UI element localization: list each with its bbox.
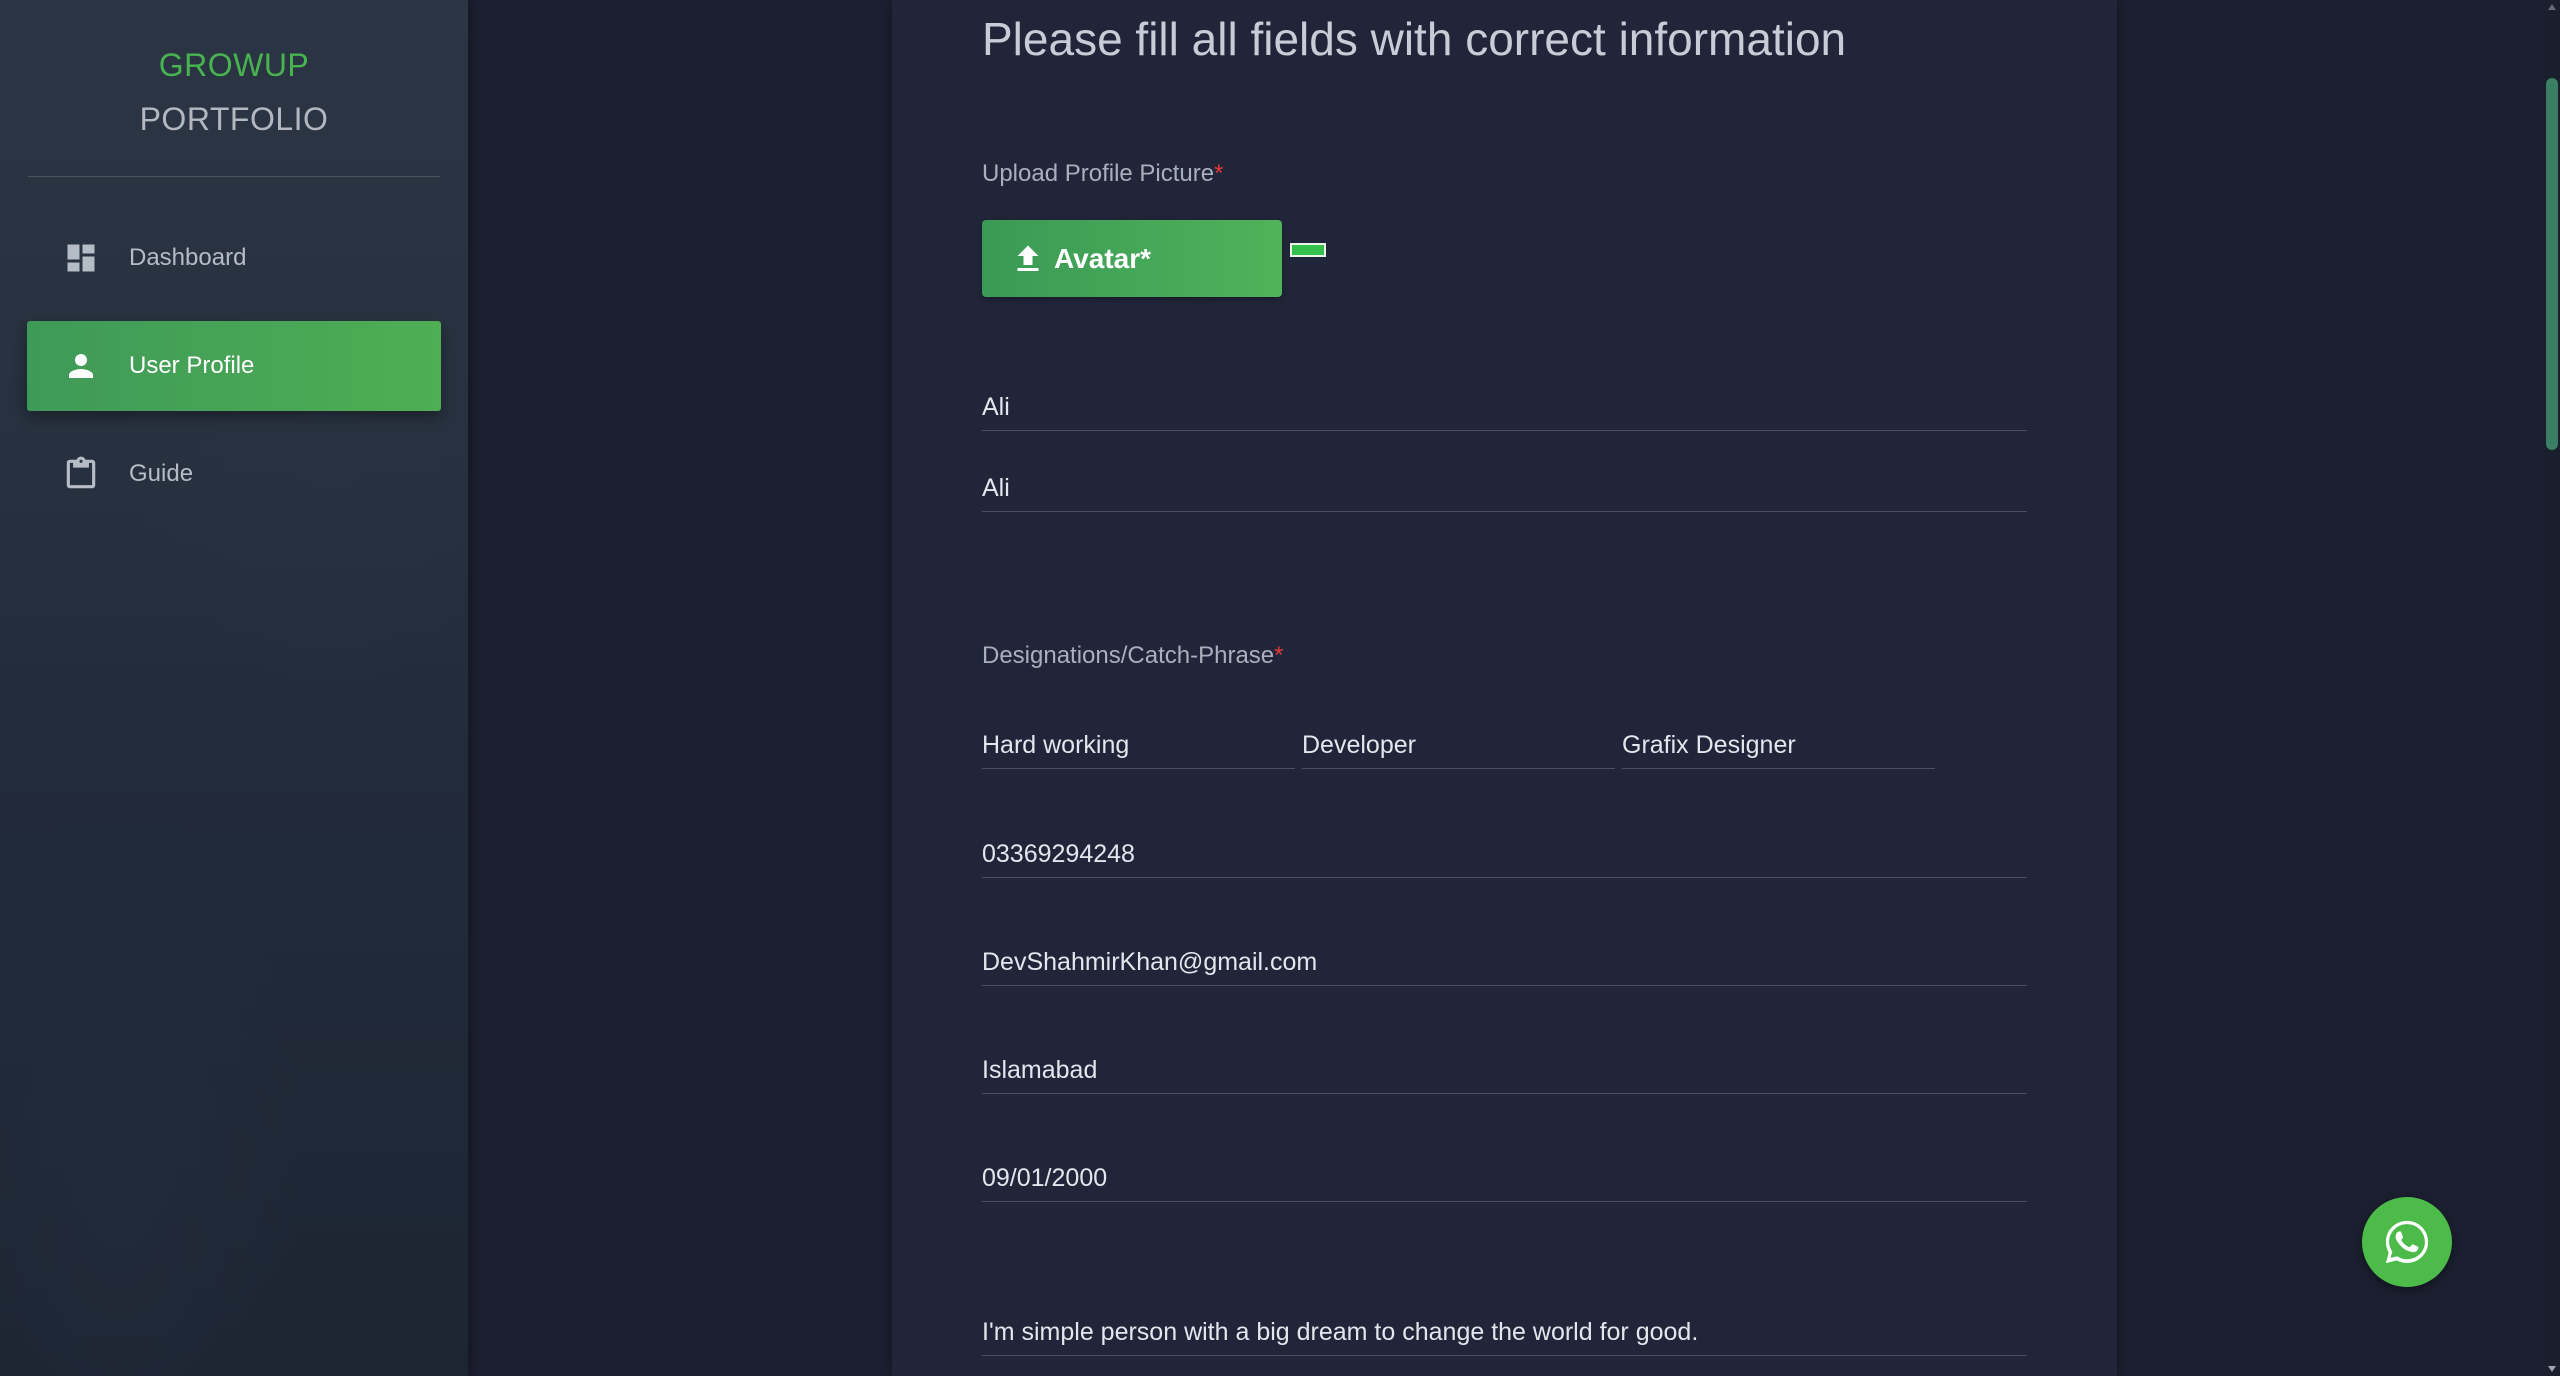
dob-field (982, 1136, 2027, 1202)
sidebar: GROWUP PORTFOLIO Dashboard User Profile … (0, 0, 468, 1376)
scroll-up-arrow-icon[interactable] (2548, 4, 2556, 10)
required-mark: * (1274, 642, 1284, 669)
brand-logo-line1: GROWUP (158, 47, 310, 83)
brand-logo[interactable]: GROWUP PORTFOLIO (0, 38, 468, 146)
page-title: Please fill all fields with correct info… (982, 13, 1847, 65)
designations-label: Designations/Catch-Phrase* (982, 642, 1284, 670)
phone-input[interactable] (982, 840, 2027, 869)
designation-field-2 (1302, 703, 1615, 769)
first-name-input[interactable] (982, 393, 2027, 422)
whatsapp-icon (2381, 1216, 2433, 1268)
brand-logo-line2: PORTFOLIO (139, 101, 329, 137)
designation-input-1[interactable] (982, 731, 1295, 760)
upload-label-text: Upload Profile Picture (982, 160, 1215, 187)
dob-input[interactable] (982, 1164, 2027, 1193)
sidebar-item-label: Guide (129, 460, 194, 487)
dashboard-icon (61, 238, 101, 278)
bio-input[interactable] (982, 1318, 2027, 1347)
city-field (982, 1028, 2027, 1094)
sidebar-item-label: Dashboard (129, 244, 247, 271)
scroll-down-arrow-icon[interactable] (2548, 1366, 2556, 1372)
city-input[interactable] (982, 1056, 2027, 1085)
profile-form-card: Please fill all fields with correct info… (892, 0, 2117, 1376)
upload-icon (1010, 241, 1046, 277)
whatsapp-chat-button[interactable] (2362, 1197, 2452, 1287)
page-scrollbar[interactable] (2544, 0, 2560, 1376)
scrollbar-thumb[interactable] (2546, 78, 2558, 450)
last-name-field (982, 446, 2027, 512)
avatar-button-label: Avatar* (1054, 242, 1152, 274)
bio-field (982, 1290, 2027, 1356)
designation-field-1 (982, 703, 1295, 769)
phone-field (982, 812, 2027, 878)
sidebar-item-guide[interactable]: Guide (27, 429, 441, 519)
last-name-input[interactable] (982, 474, 2027, 503)
email-input[interactable] (982, 948, 2027, 977)
sidebar-item-label: User Profile (129, 352, 255, 379)
person-icon (61, 346, 101, 386)
first-name-field (982, 365, 2027, 431)
designation-input-2[interactable] (1302, 731, 1615, 760)
avatar-upload-button[interactable]: Avatar* (982, 220, 1282, 297)
designation-field-3 (1622, 703, 1935, 769)
required-mark: * (1214, 160, 1224, 187)
sidebar-item-user-profile[interactable]: User Profile (27, 321, 441, 411)
designation-input-3[interactable] (1622, 731, 1935, 760)
upload-label: Upload Profile Picture* (982, 160, 1223, 188)
email-field (982, 920, 2027, 986)
designations-label-text: Designations/Catch-Phrase (982, 642, 1275, 669)
avatar-preview-thumbnail (1290, 243, 1326, 257)
sidebar-divider (28, 176, 440, 177)
sidebar-item-dashboard[interactable]: Dashboard (27, 213, 441, 303)
clipboard-icon (61, 454, 101, 494)
